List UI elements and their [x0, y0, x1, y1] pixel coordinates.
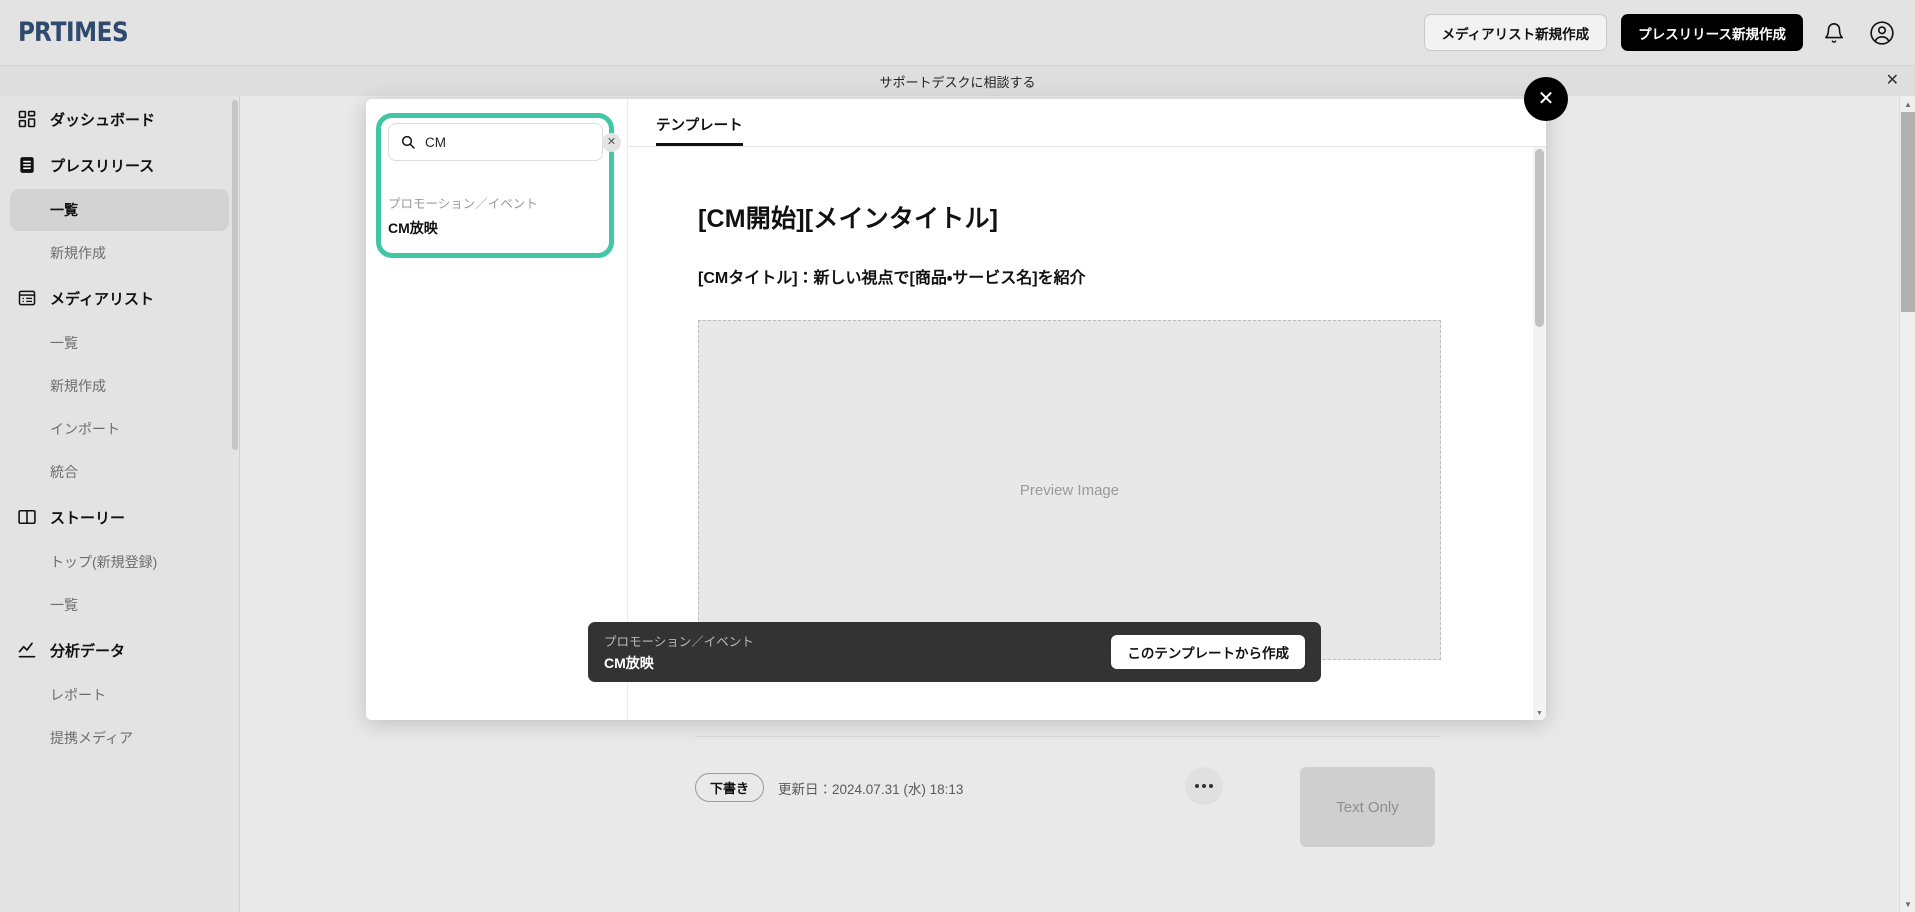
sidebar-item-メディアリスト[interactable]: メディアリスト [0, 275, 239, 321]
modal-scrollbar[interactable]: ▼ [1533, 147, 1546, 720]
support-desk-bar: サポートデスクに相談する ✕ [0, 66, 1915, 96]
story-book-icon [16, 506, 38, 528]
status-badge: 下書き [695, 773, 764, 802]
sidebar-item-label: 分析データ [50, 640, 125, 661]
sidebar-item-label: メディアリスト [50, 288, 154, 309]
sidebar: ダッシュボードプレスリリース一覧新規作成メディアリスト一覧新規作成インポート統合… [0, 96, 240, 912]
template-picker-modal-shell: ✕ ✕ プロモーション／イベントCM放映 テンプレート [CM開始][メ [366, 99, 1546, 720]
page-scrollbar[interactable]: ▲ ▼ [1899, 96, 1915, 912]
logo-pr-text: PR [18, 17, 51, 48]
release-thumbnail: Text Only [1300, 767, 1435, 847]
sidebar-group-1: プレスリリース一覧新規作成 [0, 142, 239, 274]
release-meta-row: 下書き 更新日：2024.07.31 (水) 18:13 [695, 773, 963, 802]
modal-tabs: テンプレート [628, 99, 1546, 147]
template-search-input[interactable] [419, 135, 602, 150]
sidebar-subitem-レポート[interactable]: レポート [10, 674, 229, 716]
support-desk-link[interactable]: サポートデスクに相談する [879, 72, 1035, 91]
sidebar-item-label: ストーリー [50, 507, 125, 528]
sidebar-item-label: プレスリリース [50, 155, 154, 176]
tab-template[interactable]: テンプレート [656, 114, 743, 146]
selected-template-name: CM放映 [604, 653, 754, 673]
search-result-item[interactable]: プロモーション／イベント CM放映 [388, 193, 603, 238]
press-release-list-item: 下書き 更新日：2024.07.31 (水) 18:13 Text Only [695, 736, 1440, 912]
sidebar-item-label: ダッシュボード [50, 109, 155, 130]
sidebar-scrollbar[interactable] [231, 96, 239, 912]
app-header: PRTIMES メディアリスト新規作成 プレスリリース新規作成 [0, 0, 1915, 66]
sidebar-group-3: ストーリートップ(新規登録)一覧 [0, 494, 239, 626]
sidebar-subitem-一覧[interactable]: 一覧 [10, 189, 229, 231]
scroll-up-arrow-icon[interactable]: ▲ [1900, 96, 1915, 112]
sidebar-subitem-一覧[interactable]: 一覧 [10, 322, 229, 364]
sidebar-subitem-新規作成[interactable]: 新規作成 [10, 365, 229, 407]
create-from-template-button[interactable]: このテンプレートから作成 [1111, 635, 1305, 669]
dot-1 [1195, 784, 1199, 788]
media-list-icon [16, 287, 38, 309]
page-scrollbar-thumb[interactable] [1901, 112, 1915, 312]
sidebar-subitem-提携メディア[interactable]: 提携メディア [10, 717, 229, 759]
close-icon[interactable]: ✕ [1886, 73, 1899, 89]
sidebar-scrollbar-thumb[interactable] [232, 100, 238, 450]
account-circle-icon[interactable] [1865, 16, 1899, 50]
sidebar-item-分析データ[interactable]: 分析データ [0, 627, 239, 673]
template-search-box[interactable]: ✕ [388, 123, 603, 161]
dashboard-icon [16, 108, 38, 130]
dot-3 [1209, 784, 1213, 788]
selected-template-bar: プロモーション／イベント CM放映 このテンプレートから作成 [588, 622, 1321, 682]
search-icon [397, 131, 419, 153]
sidebar-subitem-インポート[interactable]: インポート [10, 408, 229, 450]
search-result-category: プロモーション／イベント [388, 193, 603, 212]
selected-template-category: プロモーション／イベント [604, 631, 754, 650]
create-media-list-button[interactable]: メディアリスト新規作成 [1424, 14, 1608, 51]
sidebar-item-ダッシュボード[interactable]: ダッシュボード [0, 96, 239, 142]
sidebar-subitem-一覧[interactable]: 一覧 [10, 584, 229, 626]
search-result-name: CM放映 [388, 218, 603, 238]
sidebar-item-ストーリー[interactable]: ストーリー [0, 494, 239, 540]
sidebar-group-0: ダッシュボード [0, 96, 239, 142]
sidebar-item-プレスリリース[interactable]: プレスリリース [0, 142, 239, 188]
modal-scrollbar-thumb[interactable] [1535, 149, 1544, 327]
template-picker-modal: ✕ プロモーション／イベント CM放映 テンプレート [CM開始][メインタイトル… [366, 99, 1546, 720]
create-press-release-button[interactable]: プレスリリース新規作成 [1621, 14, 1803, 51]
scroll-down-arrow-icon[interactable]: ▼ [1900, 896, 1915, 912]
clear-x-icon[interactable]: ✕ [602, 133, 621, 152]
modal-scroll-down-arrow-icon[interactable]: ▼ [1533, 707, 1546, 719]
more-horizontal-icon[interactable] [1185, 767, 1223, 805]
prtimes-logo: PRTIMES [18, 17, 128, 48]
selected-template-texts: プロモーション／イベント CM放映 [604, 631, 754, 673]
modal-close-button[interactable]: ✕ [1524, 77, 1568, 121]
preview-subtitle: [CMタイトル]：新しい視点で[商品・サービス名]を紹介 [698, 264, 1536, 288]
sidebar-group-4: 分析データレポート提携メディア [0, 627, 239, 759]
logo-times-text: TIMES [51, 17, 128, 48]
dot-2 [1202, 784, 1206, 788]
preview-title: [CM開始][メインタイトル] [698, 199, 1536, 235]
press-release-icon [16, 154, 38, 176]
sidebar-group-2: メディアリスト一覧新規作成インポート統合 [0, 275, 239, 493]
analytics-chart-icon [16, 639, 38, 661]
sidebar-subitem-新規作成[interactable]: 新規作成 [10, 232, 229, 274]
sidebar-subitem-トップ(新規登録)[interactable]: トップ(新規登録) [10, 541, 229, 583]
header-actions: メディアリスト新規作成 プレスリリース新規作成 [1424, 14, 1899, 51]
bell-icon[interactable] [1817, 16, 1851, 50]
preview-image-placeholder: Preview Image [698, 320, 1441, 660]
sidebar-subitem-統合[interactable]: 統合 [10, 451, 229, 493]
updated-date-text: 更新日：2024.07.31 (水) 18:13 [778, 778, 963, 798]
